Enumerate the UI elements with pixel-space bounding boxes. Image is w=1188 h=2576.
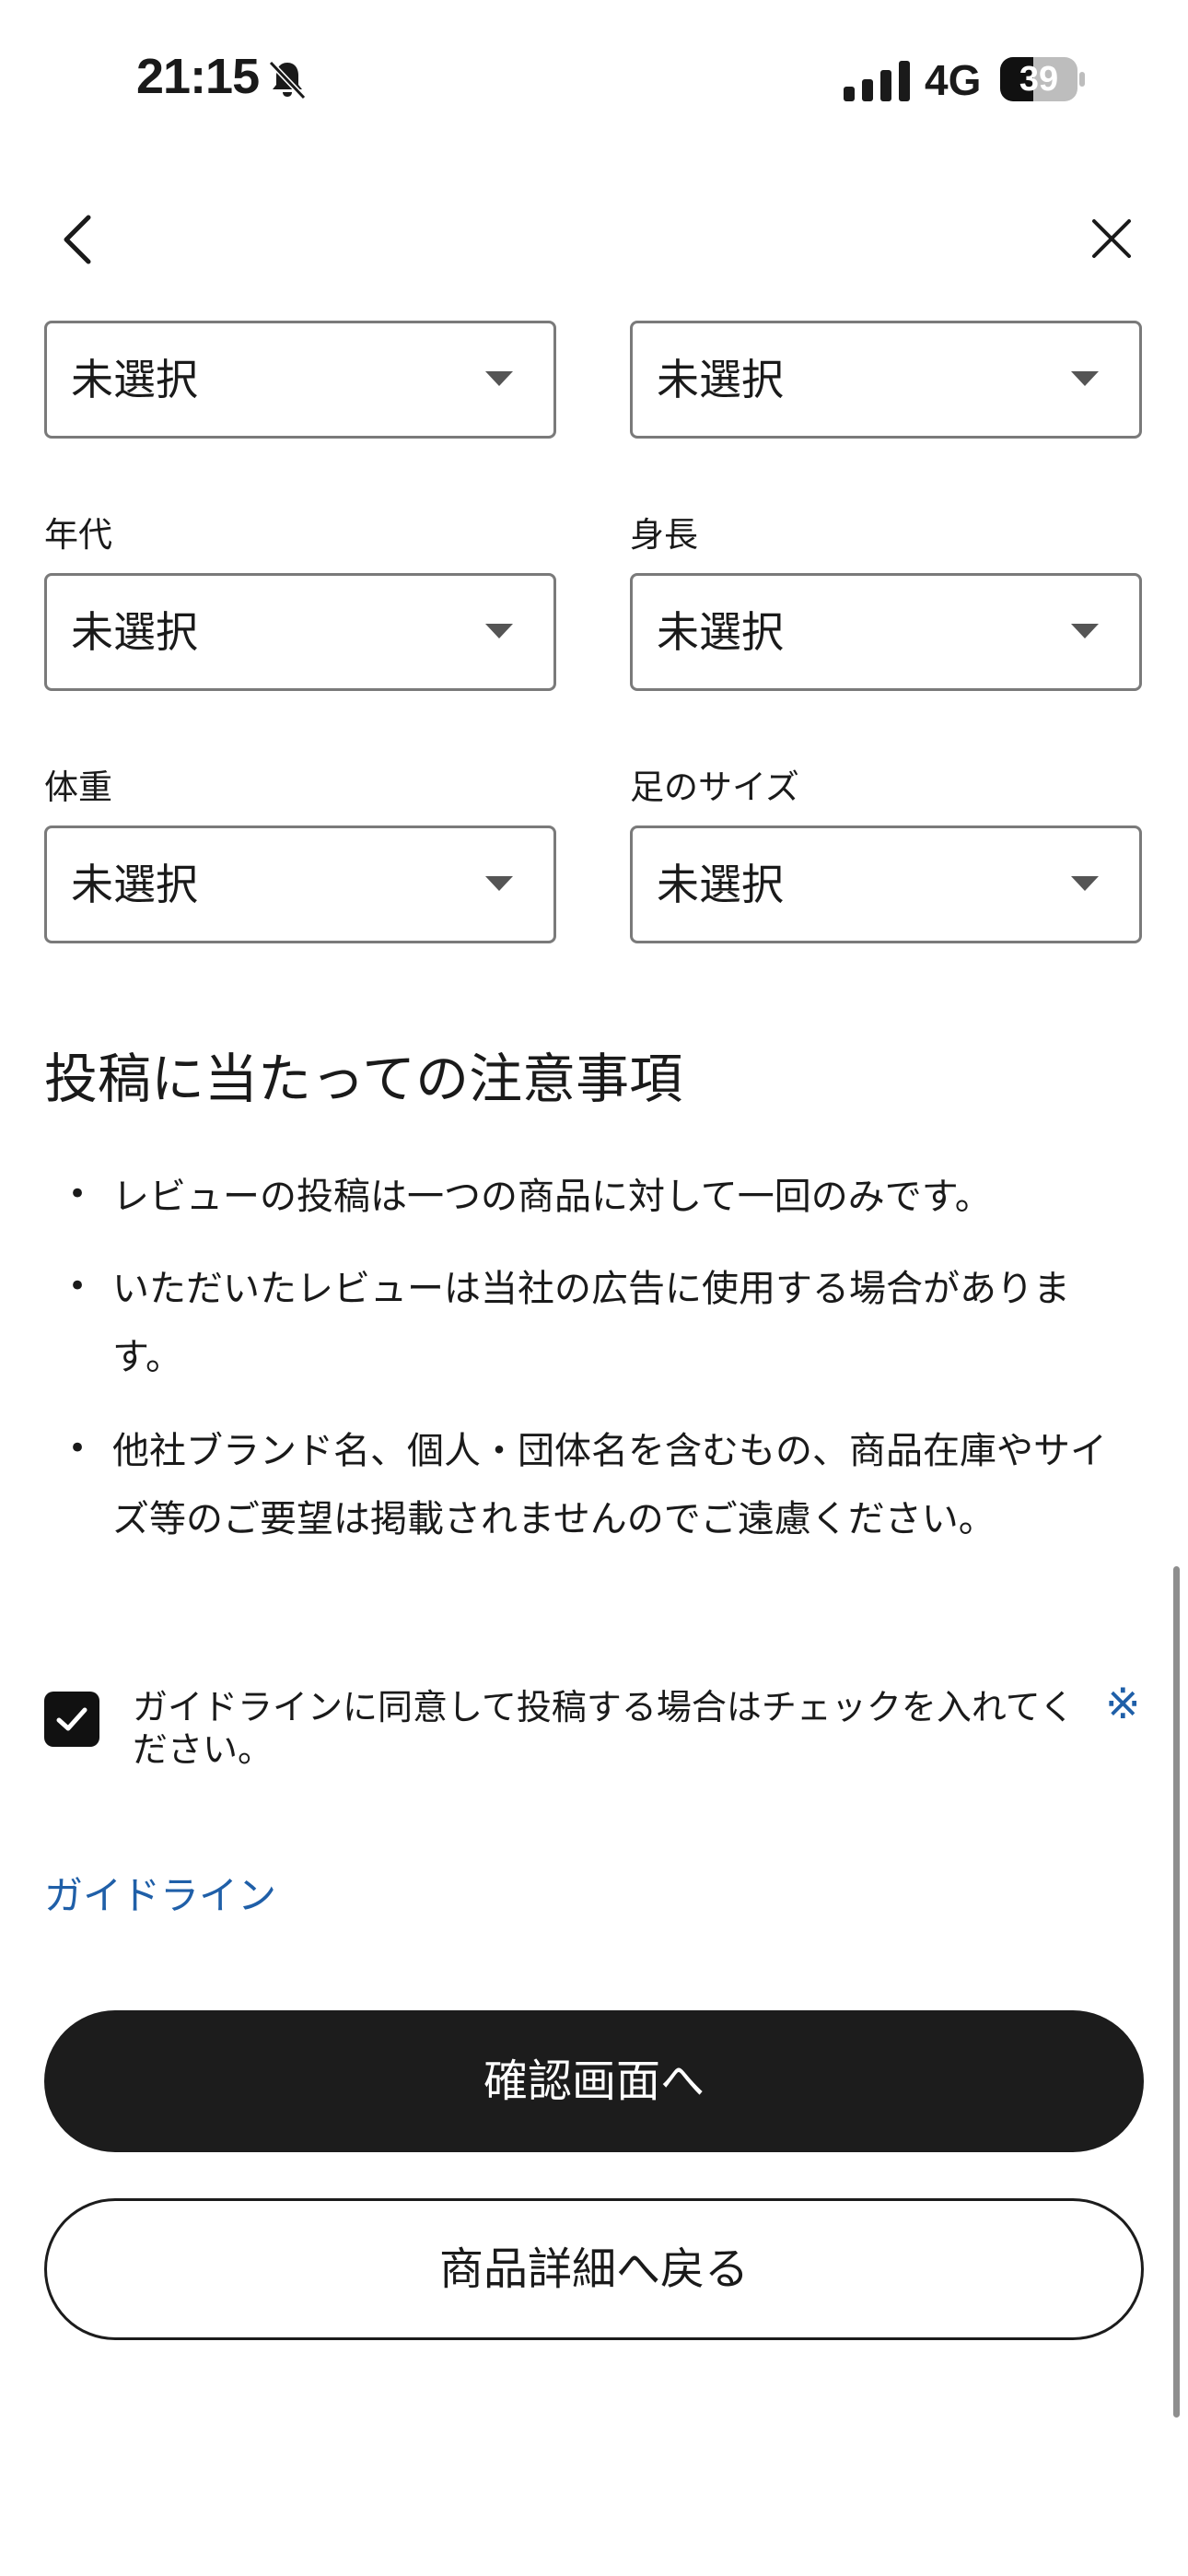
bullet: • <box>68 1268 87 1305</box>
caret-down-icon <box>485 624 513 638</box>
age-select[interactable]: 未選択 <box>44 573 556 691</box>
required-mark: ※ <box>1105 1679 1141 1728</box>
select-value: 未選択 <box>71 860 198 909</box>
bell-slash-icon <box>268 60 307 100</box>
select-value: 未選択 <box>71 355 198 404</box>
caret-down-icon <box>1071 371 1099 386</box>
caret-down-icon <box>1071 624 1099 638</box>
age-label: 年代 <box>44 515 112 555</box>
weight-select[interactable]: 未選択 <box>44 825 556 943</box>
foot-size-select[interactable]: 未選択 <box>630 825 1142 943</box>
foot-size-label: 足のサイズ <box>630 767 799 807</box>
select-value: 未選択 <box>71 607 198 657</box>
select-value: 未選択 <box>657 860 784 909</box>
close-icon[interactable] <box>1090 217 1133 260</box>
select-value: 未選択 <box>657 607 784 657</box>
agree-checkbox[interactable] <box>44 1692 99 1747</box>
notes-title: 投稿に当たっての注意事項 <box>44 1048 683 1110</box>
cellular-signal-icon <box>844 61 910 101</box>
select-value: 未選択 <box>657 355 784 404</box>
bullet: • <box>68 1430 87 1467</box>
note-item: 他社ブランド名、個人・団体名を含むもの、商品在庫やサイズ等のご要望は掲載されませ… <box>112 1430 1107 1540</box>
caret-down-icon <box>485 876 513 891</box>
guideline-link[interactable]: ガイドライン <box>44 1865 276 1921</box>
chevron-left-icon[interactable] <box>57 212 98 267</box>
confirm-button[interactable]: 確認画面へ <box>44 2010 1144 2152</box>
bullet: • <box>68 1176 87 1212</box>
select-top-left[interactable]: 未選択 <box>44 321 556 439</box>
agree-text: ガイドラインに同意して投稿する場合はチェックを入れてください。 <box>133 1687 1075 1770</box>
select-top-right[interactable]: 未選択 <box>630 321 1142 439</box>
scrollbar[interactable] <box>1173 1566 1180 2418</box>
caret-down-icon <box>1071 876 1099 891</box>
height-label: 身長 <box>630 515 698 555</box>
network-type: 4G <box>925 56 982 104</box>
note-item: いただいたレビューは当社の広告に使用する場合があります。 <box>112 1268 1070 1378</box>
checkmark-icon <box>56 1707 87 1731</box>
battery-level: 39 <box>1019 60 1059 99</box>
note-item: レビューの投稿は一つの商品に対して一回のみです。 <box>112 1176 992 1218</box>
status-time: 21:15 <box>136 49 260 104</box>
weight-label: 体重 <box>44 767 112 807</box>
caret-down-icon <box>485 371 513 386</box>
height-select[interactable]: 未選択 <box>630 573 1142 691</box>
back-to-product-button[interactable]: 商品詳細へ戻る <box>44 2198 1144 2340</box>
